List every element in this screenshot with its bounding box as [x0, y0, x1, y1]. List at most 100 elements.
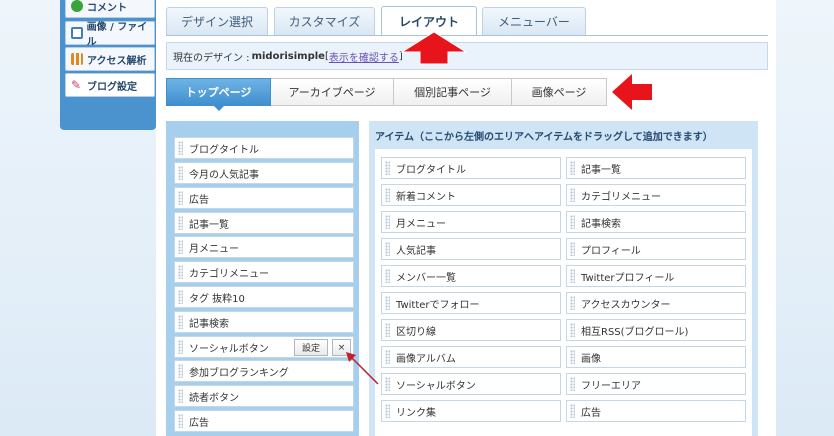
- drag-handle-icon[interactable]: [570, 215, 575, 229]
- drag-handle-icon[interactable]: [570, 377, 575, 391]
- placed-item[interactable]: 参加ブログランキング: [174, 360, 354, 382]
- available-item[interactable]: メンバー一覧: [381, 265, 561, 287]
- available-item[interactable]: アクセスカウンター: [566, 292, 746, 314]
- annotation-arrow-diagonal-icon: [346, 352, 379, 385]
- sidebar-item-images[interactable]: 画像 / ファイル: [65, 21, 155, 48]
- drag-handle-icon[interactable]: [570, 161, 575, 175]
- drag-handle-icon[interactable]: [178, 166, 183, 180]
- available-item[interactable]: フリーエリア: [566, 373, 746, 395]
- image-file-icon: [71, 27, 83, 39]
- available-item[interactable]: 区切り線: [381, 319, 561, 341]
- subtab-top-page[interactable]: トップページ: [166, 78, 271, 111]
- tab-menubar[interactable]: メニューバー: [482, 7, 586, 35]
- drag-handle-icon[interactable]: [178, 315, 183, 329]
- placed-item[interactable]: タグ 抜粋10: [174, 286, 354, 308]
- drag-handle-icon[interactable]: [385, 188, 390, 202]
- available-item[interactable]: 広告: [566, 400, 746, 422]
- available-item[interactable]: カテゴリメニュー: [566, 184, 746, 206]
- sidebar-item-comments[interactable]: コメント: [65, 0, 155, 18]
- placed-item[interactable]: カテゴリメニュー: [174, 261, 354, 283]
- placed-item[interactable]: 記事一覧: [174, 212, 354, 234]
- available-item[interactable]: 新着コメント: [381, 184, 561, 206]
- item-label: アクセスカウンター: [581, 299, 671, 311]
- item-label: タグ 抜粋10: [189, 293, 245, 305]
- drag-handle-icon[interactable]: [385, 350, 390, 364]
- subtab-label: 個別記事ページ: [414, 86, 491, 99]
- available-item[interactable]: 人気記事: [381, 238, 561, 260]
- drag-handle-icon[interactable]: [385, 269, 390, 283]
- placed-item[interactable]: 月メニュー: [174, 236, 354, 258]
- item-label: リンク集: [396, 407, 436, 419]
- available-item[interactable]: リンク集: [381, 400, 561, 422]
- item-label: 新着コメント: [396, 191, 456, 203]
- available-item[interactable]: ブログタイトル: [381, 157, 561, 179]
- drag-handle-icon[interactable]: [385, 296, 390, 310]
- available-item[interactable]: 画像アルバム: [381, 346, 561, 368]
- wrench-icon: ✎: [71, 78, 82, 92]
- tab-design-select[interactable]: デザイン選択: [166, 7, 268, 35]
- drag-handle-icon[interactable]: [570, 350, 575, 364]
- drag-handle-icon[interactable]: [178, 216, 183, 230]
- item-label: プロフィール: [581, 245, 641, 257]
- drag-handle-icon[interactable]: [178, 141, 183, 155]
- sidebar-item-blog-settings[interactable]: ✎ ブログ設定: [65, 73, 155, 97]
- item-label: カテゴリメニュー: [581, 191, 661, 203]
- item-label: ソーシャルボタン: [396, 380, 476, 392]
- item-label: 画像: [581, 353, 601, 365]
- subtab-label: アーカイブページ: [288, 86, 376, 99]
- available-item[interactable]: プロフィール: [566, 238, 746, 260]
- available-item[interactable]: Twitterでフォロー: [381, 292, 561, 314]
- drag-handle-icon[interactable]: [178, 389, 183, 403]
- drag-handle-icon[interactable]: [178, 364, 183, 378]
- subtab-archive-page[interactable]: アーカイブページ: [270, 78, 394, 106]
- placed-item[interactable]: 記事検索: [174, 311, 354, 333]
- available-item[interactable]: Twitterプロフィール: [566, 265, 746, 287]
- placed-item-social-buttons[interactable]: ソーシャルボタン 設定 ×: [174, 336, 354, 358]
- drag-handle-icon[interactable]: [570, 269, 575, 283]
- item-label: 読者ボタン: [189, 392, 239, 404]
- sidebar-item-label: ブログ設定: [87, 81, 137, 93]
- subtab-image-page[interactable]: 画像ページ: [511, 78, 607, 106]
- available-items-area: アイテム（ここから左側のエリアへアイテムをドラッグして追加できます） ブログタイ…: [369, 121, 758, 436]
- available-item[interactable]: 記事一覧: [566, 157, 746, 179]
- drag-handle-icon[interactable]: [178, 240, 183, 254]
- item-label: Twitterプロフィール: [581, 272, 675, 284]
- placed-item[interactable]: 読者ボタン: [174, 385, 354, 407]
- drag-handle-icon[interactable]: [570, 323, 575, 337]
- annotation-arrow-left-icon: [612, 74, 652, 110]
- drag-handle-icon[interactable]: [385, 377, 390, 391]
- sidebar-item-analytics[interactable]: アクセス解析: [65, 47, 155, 71]
- available-item[interactable]: 画像: [566, 346, 746, 368]
- drag-handle-icon[interactable]: [570, 404, 575, 418]
- available-item[interactable]: ソーシャルボタン: [381, 373, 561, 395]
- available-item[interactable]: 月メニュー: [381, 211, 561, 233]
- drag-handle-icon[interactable]: [178, 340, 183, 354]
- drag-handle-icon[interactable]: [178, 191, 183, 205]
- tab-customize[interactable]: カスタマイズ: [274, 7, 375, 35]
- item-label: 広告: [581, 407, 601, 419]
- placed-item[interactable]: 広告: [174, 187, 354, 209]
- available-item[interactable]: 記事検索: [566, 211, 746, 233]
- drag-handle-icon[interactable]: [178, 414, 183, 428]
- drag-handle-icon[interactable]: [570, 242, 575, 256]
- drag-handle-icon[interactable]: [385, 404, 390, 418]
- drag-handle-icon[interactable]: [385, 242, 390, 256]
- drag-handle-icon[interactable]: [178, 265, 183, 279]
- item-label: メンバー一覧: [396, 272, 456, 284]
- drag-handle-icon[interactable]: [385, 215, 390, 229]
- placed-item[interactable]: 今月の人気記事: [174, 162, 354, 184]
- preview-design-link[interactable]: 表示を確認する: [329, 49, 399, 64]
- drag-handle-icon[interactable]: [385, 161, 390, 175]
- placed-item[interactable]: ブログタイトル: [174, 137, 354, 159]
- drag-handle-icon[interactable]: [178, 290, 183, 304]
- drag-handle-icon[interactable]: [570, 188, 575, 202]
- page-type-tabs: トップページ アーカイブページ 個別記事ページ 画像ページ: [166, 78, 607, 111]
- drag-handle-icon[interactable]: [570, 296, 575, 310]
- available-item[interactable]: 相互RSS(ブログロール): [566, 319, 746, 341]
- item-label: カテゴリメニュー: [189, 268, 269, 280]
- item-label: 記事一覧: [581, 164, 621, 176]
- subtab-entry-page[interactable]: 個別記事ページ: [393, 78, 512, 106]
- placed-item[interactable]: 広告: [174, 410, 354, 432]
- item-settings-button[interactable]: 設定: [294, 339, 328, 356]
- drag-handle-icon[interactable]: [385, 323, 390, 337]
